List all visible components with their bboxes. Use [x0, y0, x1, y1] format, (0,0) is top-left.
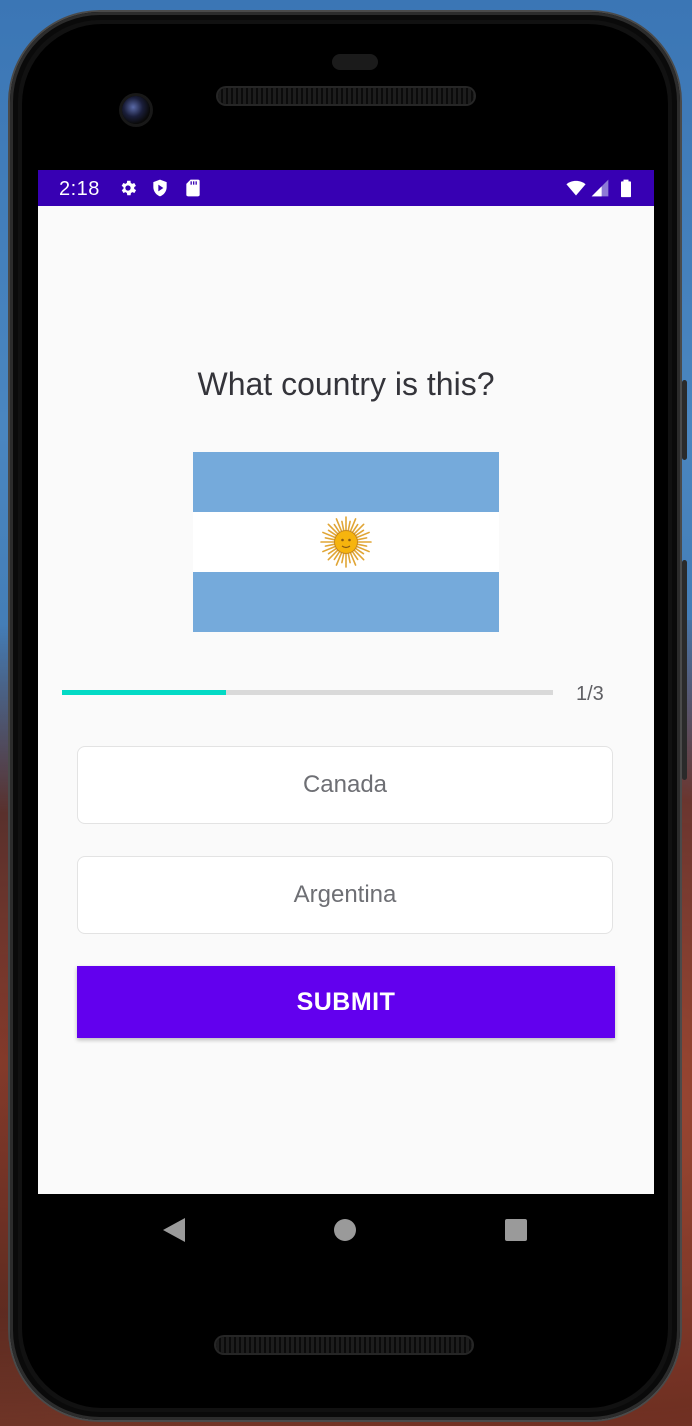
home-icon[interactable]: [333, 1218, 357, 1242]
flag-top-band: [193, 452, 499, 512]
progress-fill: [62, 690, 226, 695]
bottom-speaker: [216, 1337, 472, 1353]
gear-icon: [121, 180, 137, 196]
option-button-argentina[interactable]: Argentina: [77, 856, 613, 934]
submit-button[interactable]: SUBMIT: [77, 966, 615, 1038]
wifi-icon: [566, 180, 586, 196]
battery-icon: [621, 179, 631, 198]
status-time: 2:18: [59, 178, 100, 200]
sun-of-may-icon: [320, 516, 372, 568]
signal-icon: [591, 179, 609, 197]
front-camera-icon: [122, 96, 150, 124]
power-button: [682, 560, 687, 780]
quiz-progress-bar: [62, 690, 553, 695]
option-button-canada[interactable]: Canada: [77, 746, 613, 824]
sd-card-icon: [186, 179, 200, 197]
back-icon[interactable]: [160, 1216, 188, 1244]
option-label: Canada: [302, 771, 388, 798]
progress-label: 1/3: [576, 683, 604, 705]
recents-icon[interactable]: [504, 1218, 528, 1242]
flag-bottom-band: [193, 572, 499, 632]
app-screen: 2:18 What country is this? 1/3 Canada Ar…: [38, 170, 654, 1194]
shield-play-icon: [153, 179, 167, 197]
status-bar: 2:18: [38, 170, 654, 206]
option-label: Argentina: [293, 881, 397, 908]
proximity-sensor: [332, 54, 378, 70]
argentina-flag-image: [193, 452, 499, 632]
volume-button: [682, 380, 687, 460]
earpiece-speaker: [218, 88, 474, 104]
question-title: What country is this?: [197, 366, 495, 402]
